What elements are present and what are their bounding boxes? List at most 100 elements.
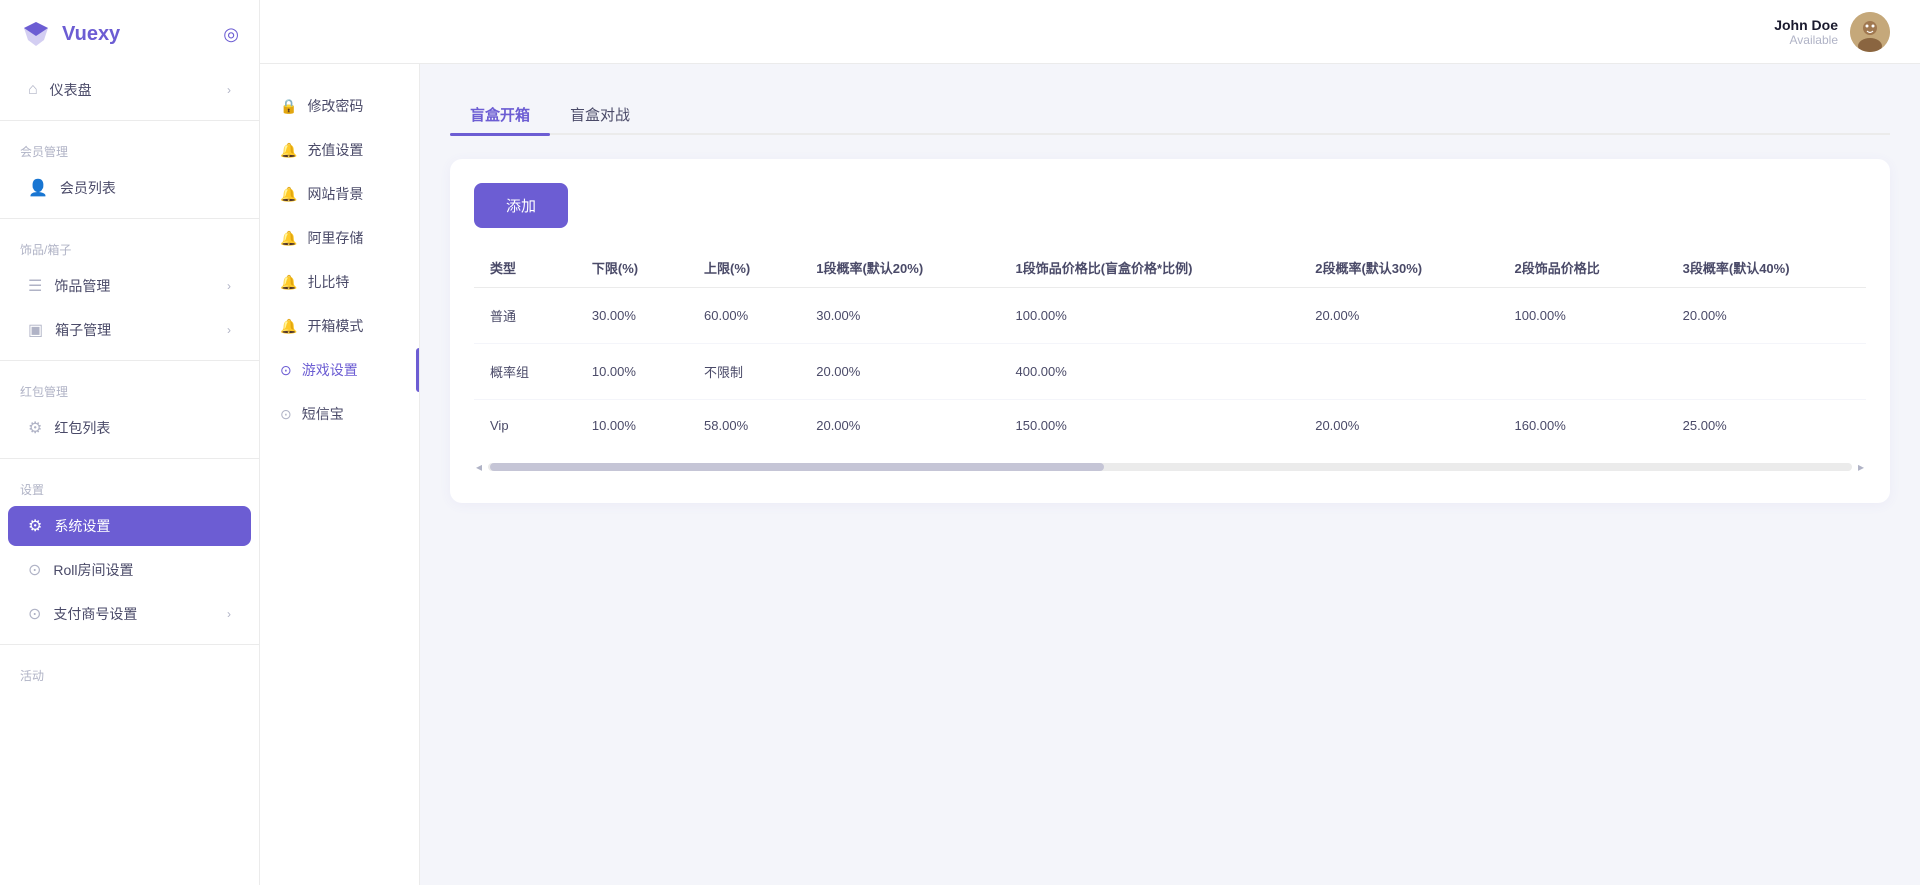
horizontal-scrollbar[interactable]: ◂ ▸ — [474, 455, 1866, 479]
bell-icon-5: 🔔 — [280, 318, 297, 335]
tab-blind-box-battle[interactable]: 盲盒对战 — [550, 94, 650, 135]
arrow-icon: › — [227, 83, 231, 97]
cell-type-1: 普通 — [474, 288, 576, 344]
section-label-member: 会员管理 — [0, 129, 259, 166]
scroll-track[interactable] — [488, 463, 1852, 471]
col-prob3: 3段概率(默认40%) — [1667, 248, 1866, 288]
main-area: John Doe Available 🔒 修改密码 — [260, 0, 1920, 885]
cell-prob2-1: 20.00% — [1299, 288, 1498, 344]
data-table: 类型 下限(%) 上限(%) 1段概率(默认20%) 1段饰品价格比(盲盒价格*… — [474, 248, 1866, 451]
sidebar-item-dashboard[interactable]: ⌂ 仪表盘 › — [8, 70, 251, 110]
cell-upper-3: 58.00% — [688, 400, 800, 452]
sub-sidebar-item-recharge[interactable]: 🔔 充值设置 — [260, 128, 419, 172]
table-scroll-container[interactable]: 类型 下限(%) 上限(%) 1段概率(默认20%) 1段饰品价格比(盲盒价格*… — [474, 248, 1866, 479]
tab-blind-box-open[interactable]: 盲盒开箱 — [450, 94, 550, 135]
table-header-row: 类型 下限(%) 上限(%) 1段概率(默认20%) 1段饰品价格比(盲盒价格*… — [474, 248, 1866, 288]
divider-4 — [0, 458, 259, 459]
cell-price2-3: 160.00% — [1498, 400, 1666, 452]
cell-price2-1: 100.00% — [1498, 288, 1666, 344]
sub-sidebar: 🔒 修改密码 🔔 充值设置 🔔 网站背景 🔔 阿里存储 🔔 扎比特 🔔 — [260, 64, 420, 885]
user-name: John Doe — [1774, 17, 1838, 33]
avatar-image — [1850, 12, 1890, 52]
col-price1: 1段饰品价格比(盲盒价格*比例) — [1000, 248, 1300, 288]
sidebar-item-payment[interactable]: ⊙ 支付商号设置 › — [8, 594, 251, 634]
home-icon: ⌂ — [28, 81, 38, 99]
col-price2: 2段饰品价格比 — [1498, 248, 1666, 288]
sub-sidebar-item-background[interactable]: 🔔 网站背景 — [260, 172, 419, 216]
divider-5 — [0, 644, 259, 645]
sub-sidebar-item-label: 扎比特 — [307, 272, 349, 292]
sub-sidebar-item-label: 充值设置 — [307, 140, 363, 160]
col-upper: 上限(%) — [688, 248, 800, 288]
sub-sidebar-item-ali-storage[interactable]: 🔔 阿里存储 — [260, 216, 419, 260]
sidebar-item-box-mgmt[interactable]: ▣ 箱子管理 › — [8, 310, 251, 350]
page-content: 盲盒开箱 盲盒对战 添加 类型 下限(%) 上限(%) — [420, 64, 1920, 885]
section-label-redenvelope: 红包管理 — [0, 369, 259, 406]
cell-prob3-2 — [1667, 344, 1866, 400]
list-icon: ☰ — [28, 276, 42, 296]
scroll-right-arrow[interactable]: ▸ — [1856, 460, 1866, 474]
cell-price1-2: 400.00% — [1000, 344, 1300, 400]
cell-lower-1: 30.00% — [576, 288, 688, 344]
add-button[interactable]: 添加 — [474, 183, 568, 228]
sidebar-item-red-envelope[interactable]: ⚙ 红包列表 — [8, 408, 251, 448]
sub-sidebar-item-zhabit[interactable]: 🔔 扎比特 — [260, 260, 419, 304]
cell-price2-2 — [1498, 344, 1666, 400]
logo-text: Vuexy — [62, 23, 120, 46]
sub-sidebar-item-sms[interactable]: ⊙ 短信宝 — [260, 392, 419, 436]
cell-type-2: 概率组 — [474, 344, 576, 400]
sidebar-item-label: 箱子管理 — [55, 320, 111, 340]
table-row: 概率组 10.00% 不限制 20.00% 400.00% — [474, 344, 1866, 400]
logo-icon — [20, 18, 52, 50]
sidebar-item-roll-room[interactable]: ⊙ Roll房间设置 — [8, 550, 251, 590]
divider-2 — [0, 218, 259, 219]
sidebar-item-jewelry-mgmt[interactable]: ☰ 饰品管理 › — [8, 266, 251, 306]
user-icon: 👤 — [28, 178, 48, 198]
arrow-icon: › — [227, 607, 231, 621]
sidebar-item-label: 仪表盘 — [50, 80, 92, 100]
sub-sidebar-item-label: 开箱模式 — [307, 316, 363, 336]
col-prob1: 1段概率(默认20%) — [800, 248, 999, 288]
sub-sidebar-item-label: 短信宝 — [302, 404, 344, 424]
scroll-left-arrow[interactable]: ◂ — [474, 460, 484, 474]
settings-gear-icon: ⚙ — [28, 516, 42, 536]
avatar — [1850, 12, 1890, 52]
sub-sidebar-item-label: 游戏设置 — [302, 360, 358, 380]
sub-sidebar-item-open-mode[interactable]: 🔔 开箱模式 — [260, 304, 419, 348]
cell-prob1-2: 20.00% — [800, 344, 999, 400]
sidebar-item-label: 饰品管理 — [54, 276, 110, 296]
cell-price1-3: 150.00% — [1000, 400, 1300, 452]
divider-3 — [0, 360, 259, 361]
col-type: 类型 — [474, 248, 576, 288]
cell-price1-1: 100.00% — [1000, 288, 1300, 344]
cell-upper-1: 60.00% — [688, 288, 800, 344]
cell-type-3: Vip — [474, 400, 576, 452]
table-row: Vip 10.00% 58.00% 20.00% 150.00% 20.00% … — [474, 400, 1866, 452]
sub-sidebar-item-change-password[interactable]: 🔒 修改密码 — [260, 84, 419, 128]
sidebar-item-label: 会员列表 — [60, 178, 116, 198]
sidebar-item-system-settings[interactable]: ⚙ 系统设置 — [8, 506, 251, 546]
user-area: John Doe Available — [1774, 12, 1890, 52]
col-lower: 下限(%) — [576, 248, 688, 288]
cell-upper-2: 不限制 — [688, 344, 800, 400]
sub-sidebar-item-label: 网站背景 — [307, 184, 363, 204]
logo-area: Vuexy ◎ — [0, 0, 259, 68]
cell-lower-3: 10.00% — [576, 400, 688, 452]
user-info: John Doe Available — [1774, 17, 1838, 47]
cell-lower-2: 10.00% — [576, 344, 688, 400]
cell-prob2-2 — [1299, 344, 1498, 400]
cell-prob1-3: 20.00% — [800, 400, 999, 452]
sidebar-item-label: 系统设置 — [54, 516, 110, 536]
sidebar-item-label: 支付商号设置 — [53, 604, 137, 624]
arrow-icon: › — [227, 279, 231, 293]
cell-prob2-3: 20.00% — [1299, 400, 1498, 452]
sidebar-item-member-list[interactable]: 👤 会员列表 — [8, 168, 251, 208]
user-status: Available — [1774, 33, 1838, 47]
cell-prob3-1: 20.00% — [1667, 288, 1866, 344]
sidebar: Vuexy ◎ ⌂ 仪表盘 › 会员管理 👤 会员列表 饰品/箱子 ☰ 饰品管理… — [0, 0, 260, 885]
section-label-jewelry: 饰品/箱子 — [0, 227, 259, 264]
tabs-bar: 盲盒开箱 盲盒对战 — [450, 94, 1890, 135]
sub-sidebar-item-game-settings[interactable]: ⊙ 游戏设置 — [260, 348, 419, 392]
topbar: John Doe Available — [260, 0, 1920, 64]
bell-icon-2: 🔔 — [280, 186, 297, 203]
